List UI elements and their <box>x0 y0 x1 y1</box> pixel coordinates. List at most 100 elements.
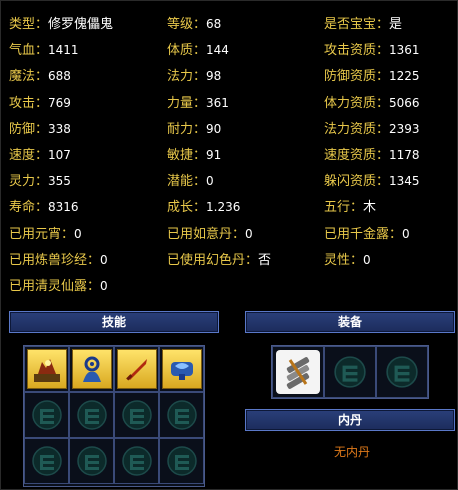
stat-label: 等级： <box>167 17 207 32</box>
stat-row-2-0: 魔法：688 <box>9 65 71 87</box>
empty-slot-emblem-icon <box>386 356 418 388</box>
stat-value: 否 <box>258 252 272 268</box>
stat-value: 2393 <box>389 121 420 136</box>
stat-row-7-2: 五行：木 <box>324 196 376 218</box>
equipment-header: 装备 <box>245 311 455 333</box>
stat-row-4-0: 防御：338 <box>9 118 71 140</box>
skill-slot-empty <box>69 392 114 438</box>
empty-slot-emblem-icon <box>31 446 62 476</box>
stat-value: 688 <box>48 69 71 84</box>
skill-slot-empty <box>24 438 69 484</box>
stat-label: 五行： <box>324 200 364 216</box>
stat-value: 107 <box>48 148 71 162</box>
stat-row-6-1: 潜能：0 <box>167 170 214 192</box>
skill-slot-3[interactable] <box>114 346 159 392</box>
stat-row-7-0: 寿命：8316 <box>9 196 79 218</box>
skill-slot-empty <box>114 438 159 484</box>
stat-label: 类型： <box>9 17 49 32</box>
stat-label: 魔法： <box>9 69 49 85</box>
empty-slot-emblem-icon <box>121 400 152 430</box>
equipment-slot-empty <box>324 346 376 398</box>
stat-label: 速度： <box>9 148 49 163</box>
stat-value: 修罗傀儡鬼 <box>48 17 114 32</box>
skill-slot-empty <box>24 392 69 438</box>
equipment-armor-icon[interactable] <box>276 350 320 394</box>
stat-value: 144 <box>206 43 229 58</box>
skill-slot-empty <box>159 392 204 438</box>
skill-icon-3[interactable] <box>116 349 157 389</box>
stat-row-3-0: 攻击：769 <box>9 92 71 114</box>
stat-row-9-0: 已用炼兽珍经：0 <box>9 249 108 271</box>
stat-value: 90 <box>206 121 222 136</box>
stat-value: 0 <box>100 279 108 293</box>
equipment-grid <box>271 345 429 399</box>
empty-slot-emblem-icon <box>121 446 152 476</box>
empty-slot-emblem-icon <box>76 446 107 476</box>
stat-row-7-1: 成长：1.236 <box>167 196 240 218</box>
stat-label: 防御： <box>9 121 49 137</box>
stat-row-1-0: 气血：1411 <box>9 39 79 61</box>
stat-row-1-1: 体质：144 <box>167 39 229 61</box>
stat-label: 力量： <box>167 95 207 111</box>
stat-label: 速度资质： <box>324 148 390 163</box>
stat-value: 1361 <box>389 43 420 58</box>
stat-label: 法力资质： <box>324 121 390 137</box>
pet-info-panel: 类型：修罗傀儡鬼 等级：68 是否宝宝：是气血：1411 体质：144 攻击资质：136… <box>0 0 458 490</box>
stat-label: 气血： <box>9 43 49 59</box>
stat-value: 0 <box>74 226 82 241</box>
stat-row-0-1: 等级：68 <box>167 13 221 35</box>
stat-label: 敏捷： <box>167 148 207 163</box>
skill-slot-1[interactable] <box>24 346 69 392</box>
skills-header: 技能 <box>9 311 219 333</box>
skill-slot-empty <box>159 438 204 484</box>
skills-grid <box>23 345 205 487</box>
stat-value: 0 <box>402 226 410 241</box>
stat-label: 已用如意丹： <box>167 226 246 242</box>
neidan-header: 内丹 <box>245 409 455 431</box>
stat-row-8-0: 已用元宵：0 <box>9 223 82 245</box>
stat-label: 已用元宵： <box>9 226 75 242</box>
empty-slot-emblem-icon <box>166 446 197 476</box>
skill-slot-empty <box>114 392 159 438</box>
skill-slot-2[interactable] <box>69 346 114 392</box>
stat-value: 8316 <box>48 200 79 215</box>
skill-slot-4[interactable] <box>159 346 204 392</box>
stat-label: 攻击资质： <box>324 43 390 59</box>
stat-row-5-2: 速度资质：1178 <box>324 144 420 166</box>
stat-label: 防御资质： <box>324 69 390 85</box>
neidan-empty-text: 无内丹 <box>333 445 370 459</box>
stat-value: 769 <box>48 95 71 110</box>
stat-label: 躲闪资质： <box>324 174 390 190</box>
stat-label: 耐力： <box>167 121 207 137</box>
stat-label: 体力资质： <box>324 95 390 111</box>
stat-label: 潜能： <box>167 174 207 190</box>
stat-label: 灵性： <box>324 252 364 268</box>
stat-label: 寿命： <box>9 200 49 216</box>
stat-label: 灵力： <box>9 174 49 190</box>
skill-slot-empty <box>69 438 114 484</box>
skill-icon-2[interactable] <box>71 349 112 389</box>
stat-row-8-1: 已用如意丹：0 <box>167 223 253 245</box>
stat-row-6-0: 灵力：355 <box>9 170 71 192</box>
stat-label: 是否宝宝： <box>324 17 390 32</box>
stat-value: 338 <box>48 121 71 136</box>
stat-row-6-2: 躲闪资质：1345 <box>324 170 420 192</box>
stat-value: 1411 <box>48 43 79 58</box>
stat-row-1-2: 攻击资质：1361 <box>324 39 420 61</box>
stat-value: 1178 <box>389 148 420 162</box>
stat-row-2-2: 防御资质：1225 <box>324 65 420 87</box>
stat-label: 攻击： <box>9 95 49 111</box>
stat-value: 0 <box>206 174 214 189</box>
stat-row-10-0: 已用清灵仙露：0 <box>9 275 108 297</box>
stat-label: 体质： <box>167 43 207 59</box>
skill-icon-4[interactable] <box>161 349 202 389</box>
stat-row-9-1: 已使用幻色丹：否 <box>167 249 271 271</box>
equipment-slot-1[interactable] <box>272 346 324 398</box>
skill-icon-1[interactable] <box>26 349 67 389</box>
stat-row-9-2: 灵性：0 <box>324 249 371 271</box>
stat-row-0-2: 是否宝宝：是 <box>324 13 402 35</box>
stat-value: 0 <box>100 252 108 267</box>
stat-value: 5066 <box>389 95 420 110</box>
stat-value: 68 <box>206 17 222 31</box>
stat-value: 1.236 <box>206 200 241 215</box>
